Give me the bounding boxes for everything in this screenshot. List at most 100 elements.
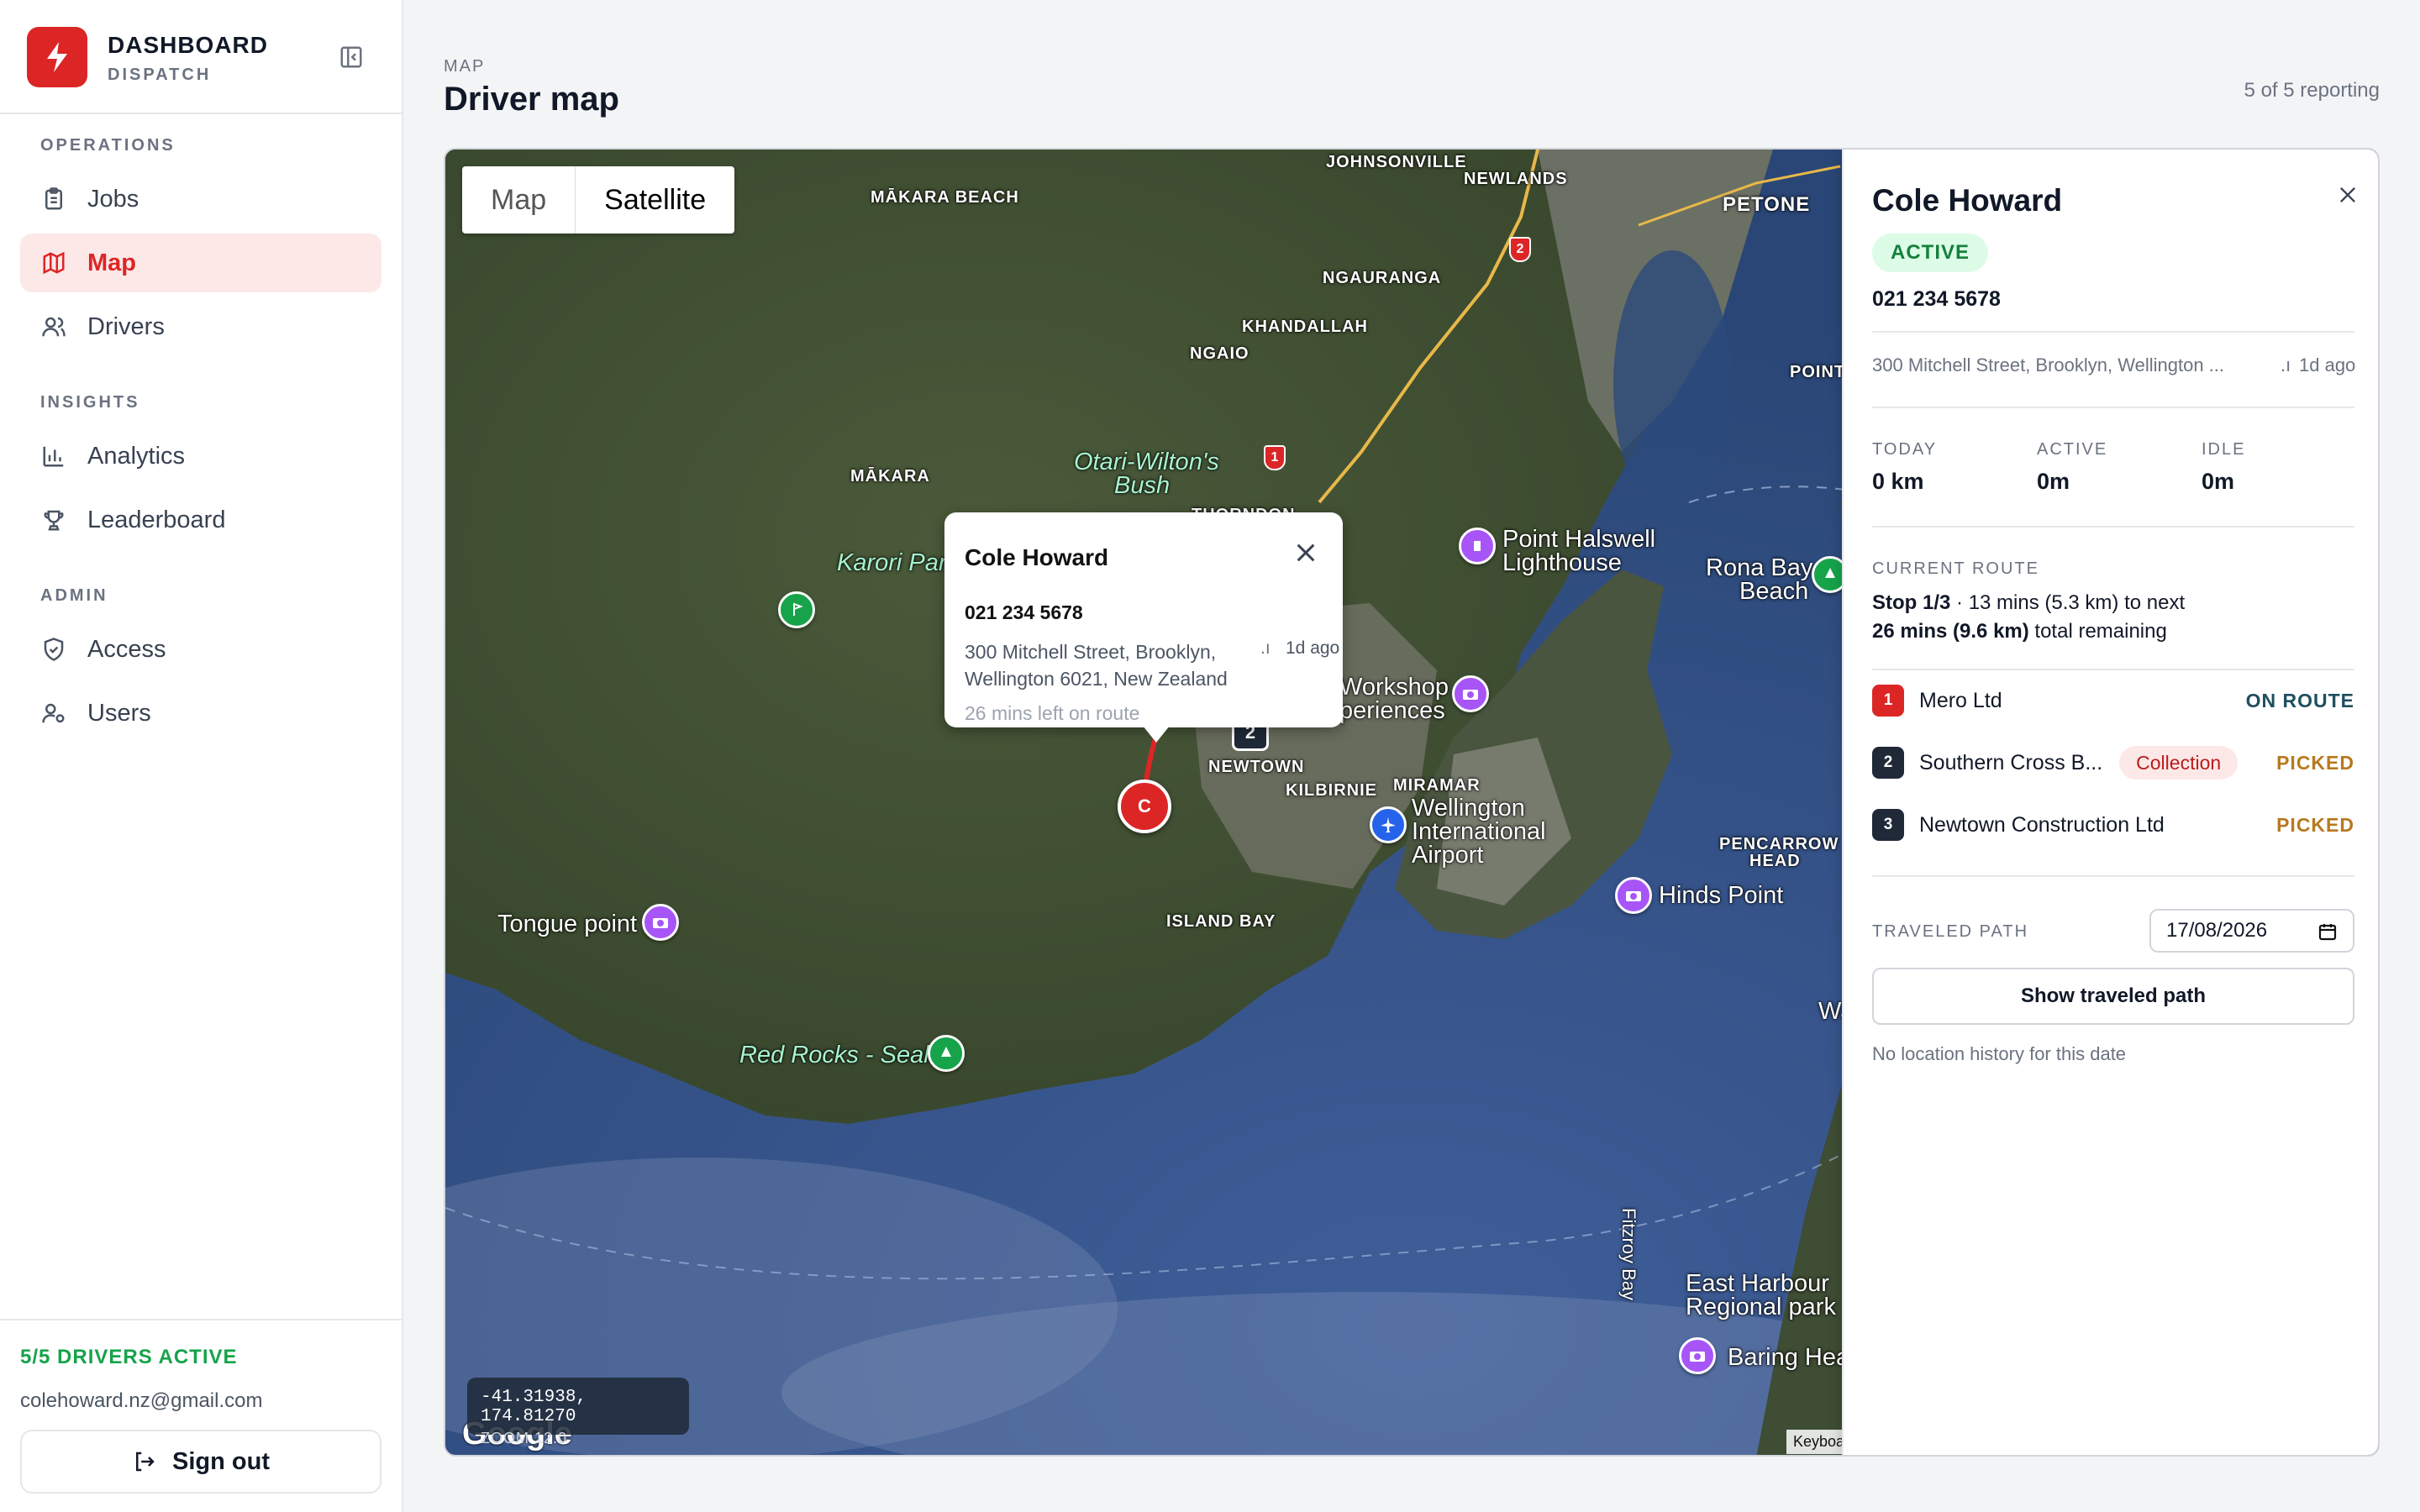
poi-label: Rona Bay [1706,554,1813,581]
route-stop: Stop 1/3 [1872,591,1951,614]
coordinate-readout: -41.31938, 174.81270 ZOOM 12.0 [467,1378,689,1446]
stop-status: ON ROUTE [2245,689,2354,711]
place-label: HEAD [1749,852,1801,870]
user-email: colehoward.nz@gmail.com [20,1389,263,1412]
poi-label: International [1412,818,1546,845]
place-label: NGAIO [1190,344,1249,363]
map-icon [40,249,67,276]
sidebar-item-analytics[interactable]: Analytics [20,427,381,486]
users-icon [40,313,67,340]
date-input[interactable]: 17/08/2026 [2149,909,2354,953]
sidebar-item-label: Users [87,699,151,727]
poi-label: Bush [1114,472,1171,499]
calendar-icon[interactable] [2317,921,2338,948]
coordinates: -41.31938, 174.81270 [481,1388,587,1426]
infowindow-phone: 021 234 5678 [965,601,1083,623]
nav-section-operations: OPERATIONS [40,136,176,155]
place-label: MIRAMAR [1393,776,1481,795]
divider [1872,407,2354,408]
nav-section-admin: ADMIN [40,586,108,605]
poi-label: Wellington [1412,795,1525,822]
camera-pin-icon[interactable] [1615,877,1652,914]
brand-subtitle: DISPATCH [108,66,212,84]
sidebar-item-leaderboard[interactable]: Leaderboard [20,491,381,549]
place-label: NEWTOWN [1208,758,1305,776]
clipboard-icon [40,186,67,213]
camera-pin-icon[interactable] [642,904,679,941]
sidebar-item-label: Map [87,249,136,276]
show-traveled-path-button[interactable]: Show traveled path [1872,968,2354,1025]
route-total-value: 26 mins (9.6 km) [1872,620,2029,643]
panel-driver-name: Cole Howard [1872,183,2063,218]
place-label: PETONE [1723,193,1811,216]
sidebar-item-access[interactable]: Access [20,620,381,679]
list-item[interactable]: 2 Southern Cross B... Collection PICKED [1872,744,2354,781]
brand: DASHBOARD DISPATCH [0,0,402,114]
poi-label: Baring Hea [1728,1344,1850,1371]
stop-name: Newtown Construction Ltd [1919,812,2165,837]
list-item[interactable]: 3 Newtown Construction Ltd PICKED [1872,806,2354,843]
signal-indicator: .ı [2281,354,2291,375]
route-total-suffix: total remaining [2028,620,2167,643]
stop-number: 3 [1872,809,1904,841]
sidebar-footer: 5/5 DRIVERS ACTIVE colehoward.nz@gmail.c… [0,1319,402,1512]
nav-section-insights: INSIGHTS [40,393,140,412]
driver-info-window: Cole Howard 021 234 5678 300 Mitchell St… [944,512,1343,727]
poi-label: Red Rocks - Seals [739,1042,942,1068]
poi-label: Karori Par [837,549,947,576]
sidebar-item-drivers[interactable]: Drivers [20,297,381,356]
infowindow-address: 300 Mitchell Street, Brooklyn, Wellingto… [965,641,1228,690]
stop-number: 2 [1872,747,1904,779]
map-type-satellite-button[interactable]: Satellite [575,166,734,234]
sidebar-item-label: Leaderboard [87,506,226,533]
sidebar-item-label: Analytics [87,442,186,470]
highway-shield: 2 [1509,237,1531,262]
sidebar-item-label: Access [87,635,166,663]
poi-label: Otari-Wilton's [1074,449,1219,475]
place-label: POINT [1790,363,1846,381]
sidebar: DASHBOARD DISPATCH OPERATIONS Jobs Map D… [0,0,403,1512]
park-pin-icon[interactable] [928,1035,965,1072]
map-type-toggle[interactable]: Map Satellite [462,166,735,234]
sidebar-item-users[interactable]: Users [20,684,381,743]
signal-indicator: .ı [1260,638,1270,658]
infowindow-last-seen: 1d ago [1286,638,1340,658]
place-label: MĀKARA BEACH [871,188,1019,207]
stat-value-idle: 0m [2202,469,2235,494]
lightning-logo-icon [27,27,87,87]
driver-detail-panel: Cole Howard ACTIVE 021 234 5678 300 Mitc… [1842,150,2378,1455]
camera-pin-icon[interactable] [1679,1337,1716,1374]
panel-address: 300 Mitchell Street, Brooklyn, Wellingto… [1872,354,2225,375]
close-icon[interactable] [1289,536,1323,570]
reporting-count: 5 of 5 reporting [2244,79,2380,102]
sidebar-item-map[interactable]: Map [20,234,381,292]
collapse-sidebar-icon[interactable] [336,42,366,72]
stop-number: 1 [1872,685,1904,717]
poi-label: Beach [1739,578,1809,605]
airport-pin-icon[interactable] [1370,806,1407,843]
close-icon[interactable] [2331,178,2365,212]
list-item[interactable]: 1 Mero Ltd ON ROUTE [1872,682,2354,719]
stat-value-active: 0m [2037,469,2070,494]
date-value: 17/08/2026 [2166,919,2268,942]
divider [1872,669,2354,670]
golf-pin-icon[interactable] [778,591,815,628]
camera-pin-icon[interactable] [1452,675,1489,712]
status-badge: ACTIVE [1872,234,1989,272]
infowindow-remaining: 26 mins left on route [965,702,1140,724]
map-type-map-button[interactable]: Map [462,166,575,234]
sign-out-button[interactable]: Sign out [20,1430,381,1494]
stat-label-idle: IDLE [2202,440,2246,459]
route-progress: Stop 1/3 · 13 mins (5.3 km) to next [1872,591,2185,615]
sidebar-item-label: Jobs [87,185,139,213]
map-canvas[interactable]: Map Satellite JOHNSONVILLE NEWLANDS MĀKA… [444,148,2380,1457]
shield-icon [40,636,67,663]
sidebar-item-jobs[interactable]: Jobs [20,170,381,228]
poi-label: Airport [1412,842,1484,869]
place-label: MĀKARA [850,467,930,486]
brand-title: DASHBOARD [108,32,268,58]
landmark-pin-icon[interactable] [1459,528,1496,564]
bar-chart-icon [40,443,67,470]
driver-marker[interactable]: C [1118,780,1171,833]
current-route-label: CURRENT ROUTE [1872,559,2039,578]
